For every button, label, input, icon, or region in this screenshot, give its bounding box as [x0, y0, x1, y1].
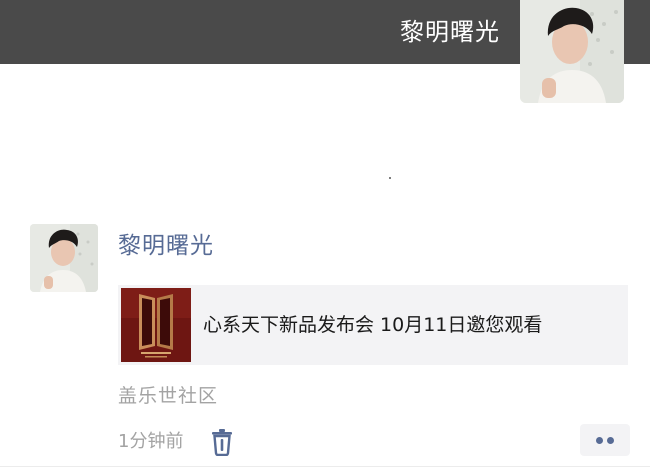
post-source[interactable]: 盖乐世社区 — [118, 382, 218, 410]
post-timestamp: 1分钟前 — [118, 431, 184, 452]
post-author-avatar[interactable] — [30, 224, 98, 292]
delete-button[interactable] — [209, 428, 235, 456]
more-dots-icon — [596, 437, 603, 444]
more-dots-icon — [607, 437, 614, 444]
trash-icon — [212, 429, 232, 456]
post-author-name[interactable]: 黎明曙光 — [118, 230, 214, 262]
avatar-photo-icon — [30, 224, 98, 292]
event-poster-icon — [121, 288, 191, 362]
avatar-photo-icon — [520, 0, 624, 103]
event-poster-thumbnail — [121, 288, 191, 362]
more-actions-button[interactable] — [580, 424, 630, 456]
header-avatar[interactable] — [520, 0, 624, 103]
header-username[interactable]: 黎明曙光 — [400, 16, 500, 48]
divider-dot — [389, 177, 391, 179]
shared-link-card[interactable]: 心系天下新品发布会 10月11日邀您观看 — [118, 285, 628, 365]
divider-line — [0, 466, 650, 467]
shared-link-title: 心系天下新品发布会 10月11日邀您观看 — [203, 314, 543, 336]
